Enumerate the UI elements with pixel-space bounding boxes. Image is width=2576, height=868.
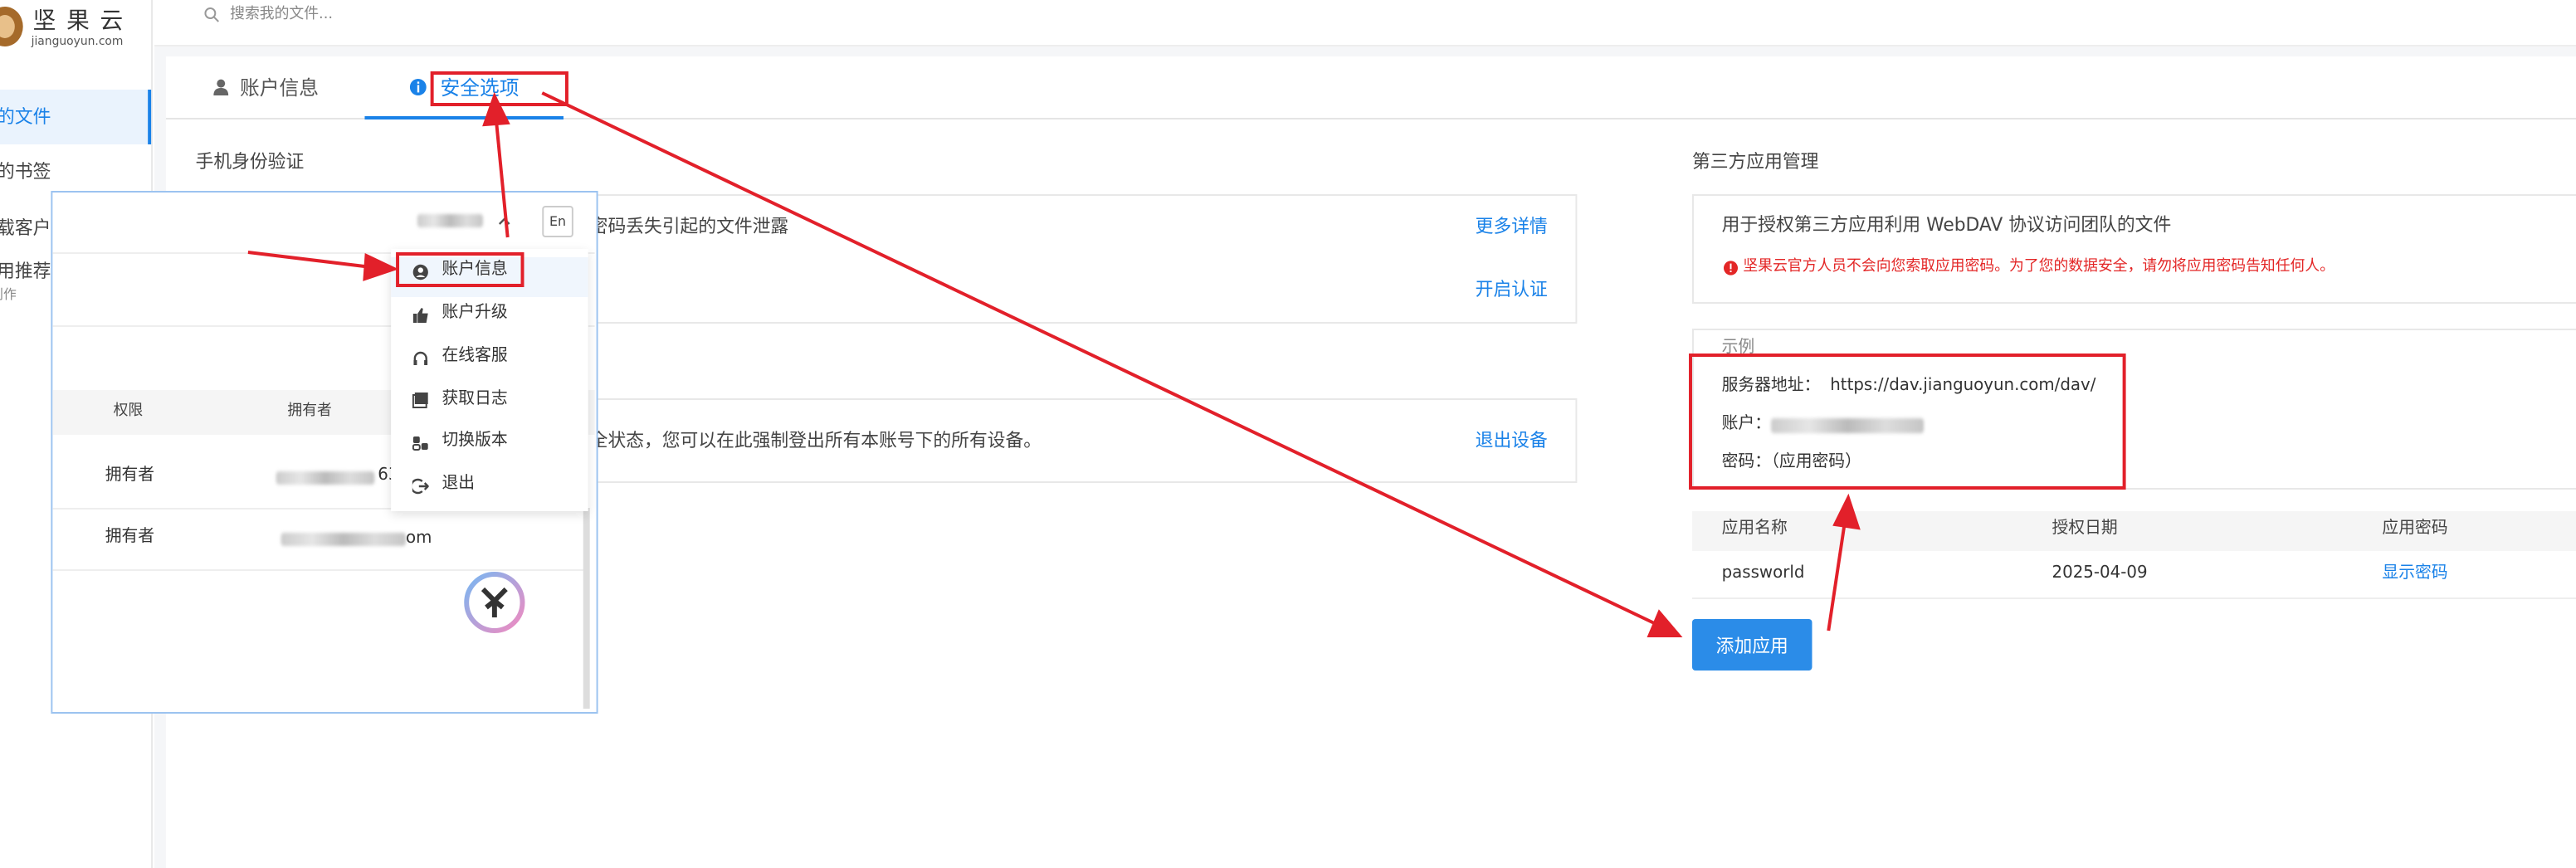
arrow-to-menu-head <box>363 252 399 281</box>
arrow-to-example <box>1827 520 1847 631</box>
annotation-arrows <box>247 91 1861 637</box>
arrow-to-menu <box>247 251 372 269</box>
arrow-to-add-button-head <box>1647 609 1683 637</box>
arrow-to-example-head <box>1832 493 1861 530</box>
arrow-to-add-button <box>541 91 1657 626</box>
arrow-to-tab <box>494 119 510 238</box>
arrow-to-tab-head <box>482 91 510 127</box>
